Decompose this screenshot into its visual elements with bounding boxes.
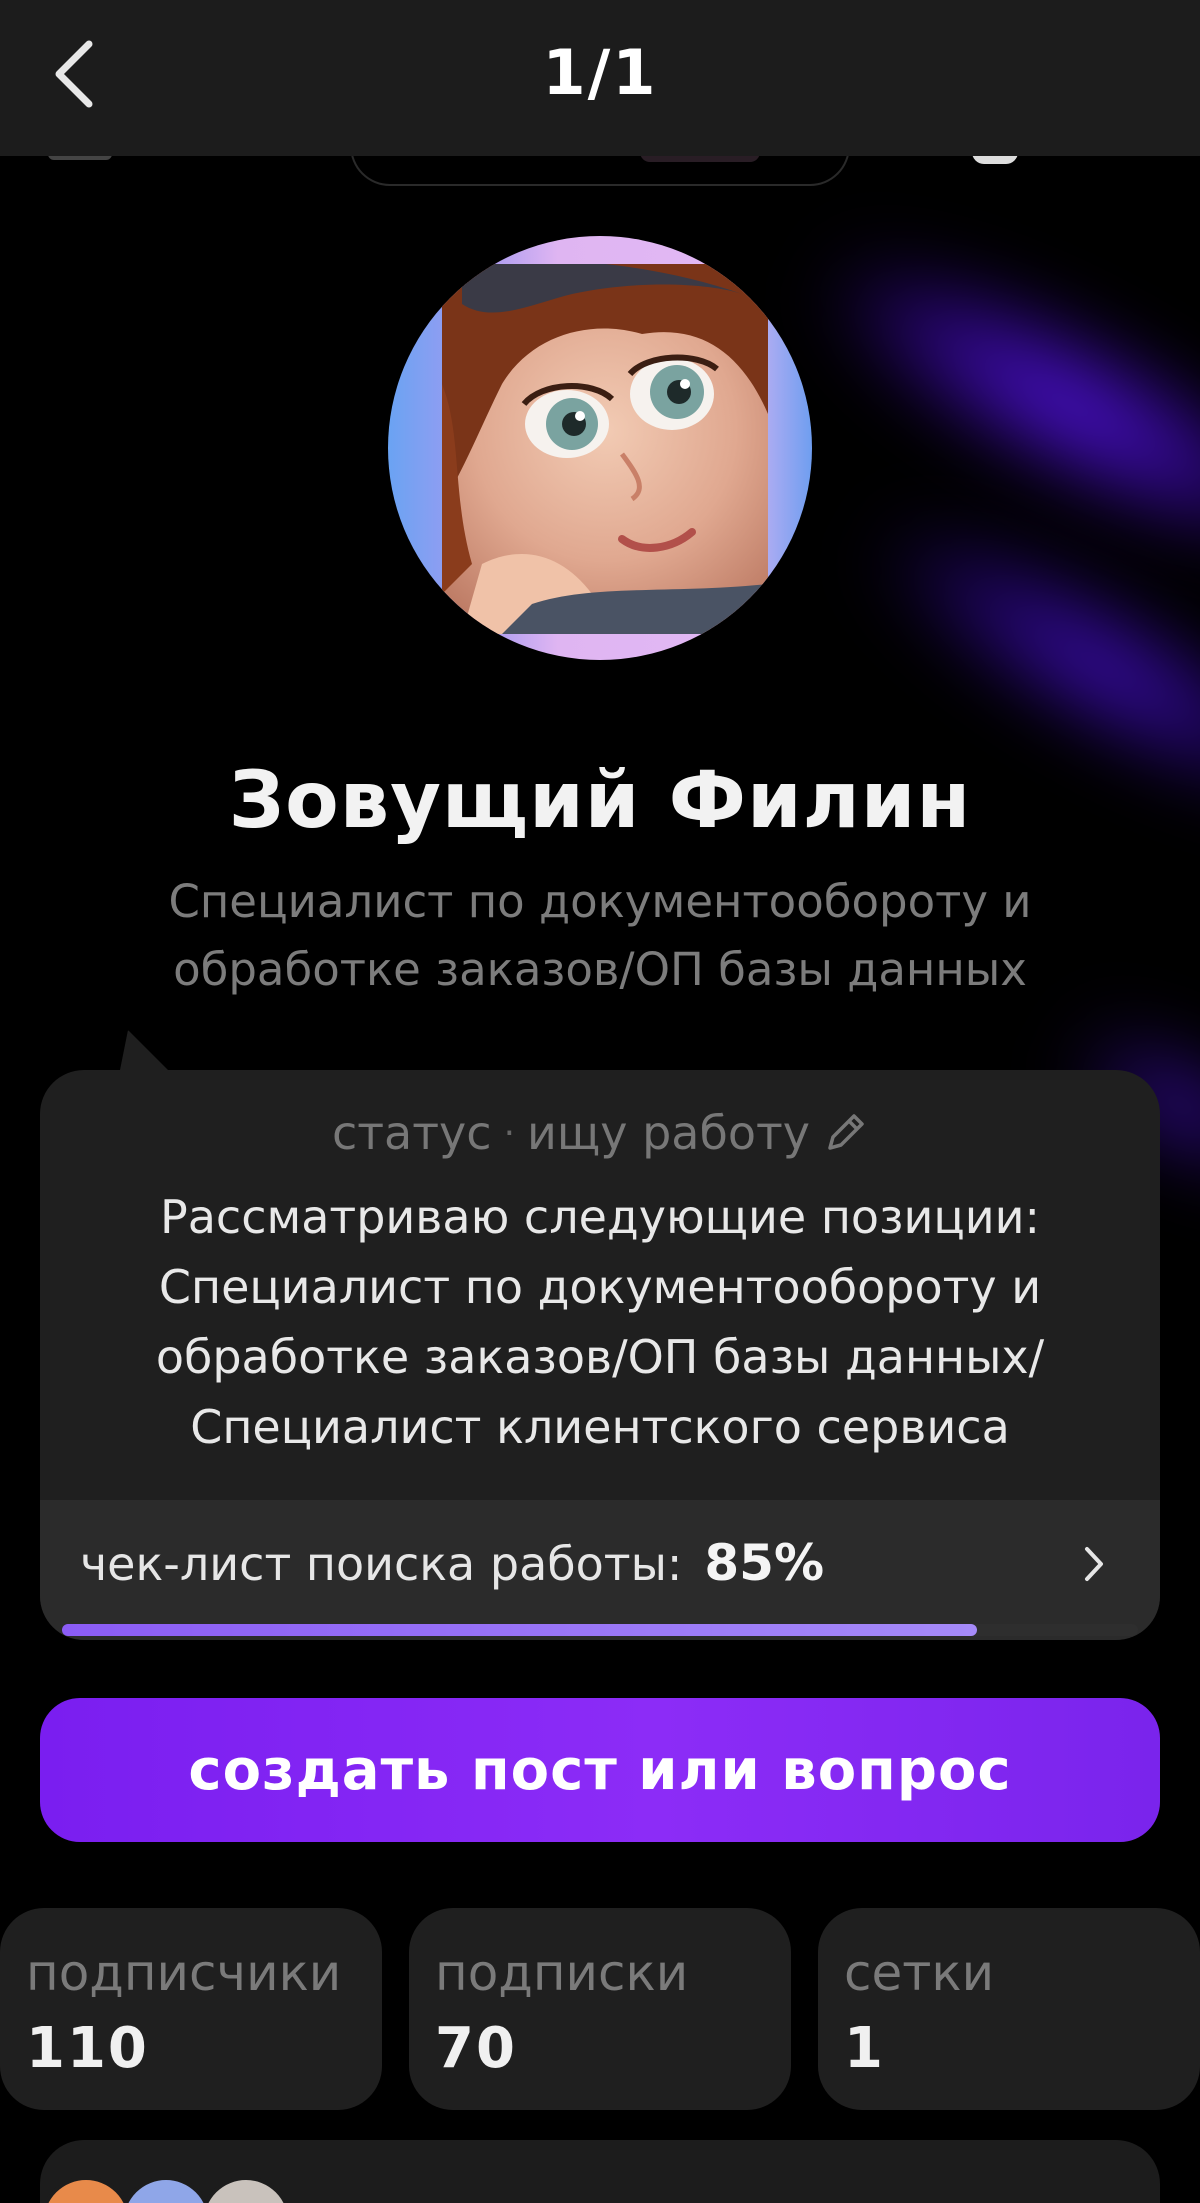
stat-following[interactable]: подписки 70 [409, 1908, 791, 2110]
page-counter: 1/1 [542, 36, 658, 109]
profile-name: Зовущий Филин [228, 756, 972, 846]
status-value: ищу работу [527, 1106, 811, 1160]
status-separator: · [503, 1112, 516, 1154]
status-header[interactable]: статус · ищу работу [40, 1106, 1160, 1160]
stat-followers[interactable]: подписчики 110 [0, 1908, 382, 2110]
avatar-image [442, 264, 768, 634]
viewer-top-bar: 1/1 [0, 0, 1200, 156]
stat-value: 110 [26, 2016, 149, 2081]
create-post-button[interactable]: создать пост или вопрос [40, 1698, 1160, 1842]
profile-title: Специалист по документообороту и обработ… [168, 875, 1032, 996]
checklist-label-row: чек-лист поиска работы: 85% [80, 1534, 824, 1592]
stat-value: 1 [844, 2016, 885, 2081]
pencil-icon[interactable] [822, 1110, 868, 1156]
stat-networks[interactable]: сетки 1 [818, 1908, 1200, 2110]
chevron-right-icon [1085, 1547, 1103, 1581]
stat-value: 70 [435, 2016, 517, 2081]
background-glow [787, 207, 1200, 603]
status-label: статус [331, 1106, 492, 1160]
checklist-value: 85% [704, 1534, 825, 1592]
checklist-progress-bar [62, 1624, 1138, 1636]
checklist-open-button[interactable] [1074, 1544, 1114, 1584]
avatar[interactable] [388, 236, 812, 660]
status-text: Рассматриваю следующие позиции: Специали… [155, 1190, 1045, 1454]
checklist-progress-fill [62, 1624, 977, 1636]
stat-label: подписки [435, 1944, 689, 2002]
status-card[interactable]: статус · ищу работу Рассматриваю следующ… [40, 1070, 1160, 1640]
stat-label: сетки [844, 1944, 995, 2002]
checklist-label: чек-лист поиска работы: [80, 1537, 683, 1591]
followers-preview-card[interactable] [40, 2140, 1160, 2203]
job-search-checklist[interactable]: чек-лист поиска работы: 85% [40, 1500, 1160, 1640]
stat-label: подписчики [26, 1944, 342, 2002]
